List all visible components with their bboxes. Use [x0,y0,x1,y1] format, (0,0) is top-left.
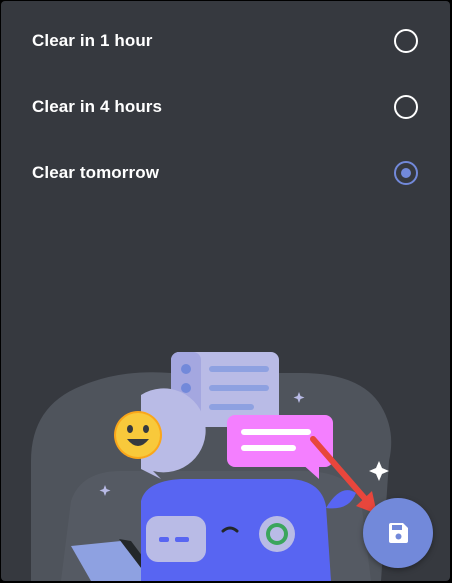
character [141,479,331,581]
status-clear-screen: Clear in 1 hour Clear in 4 hours Clear t… [1,1,450,581]
chat-illustration [31,352,392,581]
save-icon [389,523,408,543]
save-button[interactable] [363,498,433,568]
